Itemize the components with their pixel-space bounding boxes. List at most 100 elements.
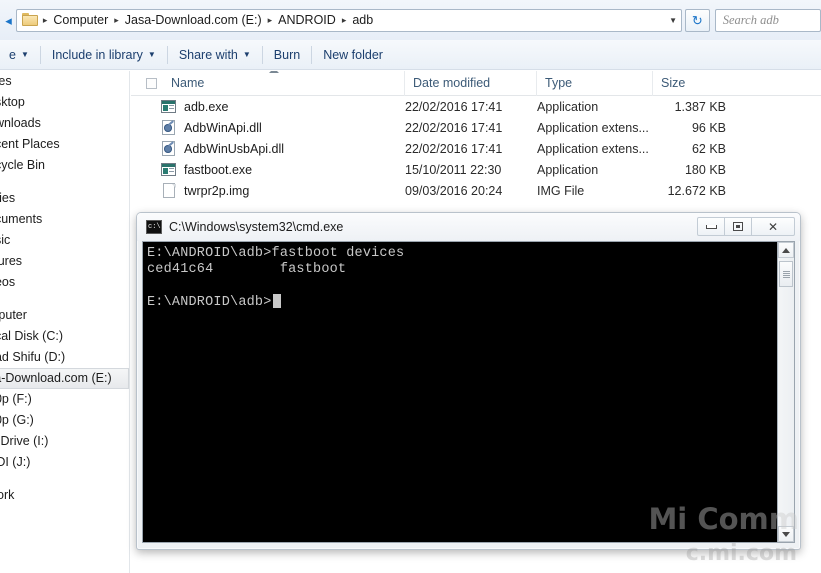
maximize-button[interactable] [724, 217, 752, 236]
sidebar-item-label: deos [0, 275, 16, 289]
toolbar-new-folder-button[interactable]: New folder [314, 44, 392, 66]
file-type-cell: Application extens... [537, 141, 649, 156]
table-row[interactable]: fastboot.exe 15/10/2011 22:30 Application 1… [131, 159, 821, 180]
chevron-down-icon[interactable]: ▼ [669, 10, 677, 31]
column-header-name[interactable]: Name [163, 71, 405, 96]
sidebar-item-rites[interactable]: rites [0, 71, 129, 92]
window-controls: ✕ [697, 217, 795, 236]
minimize-button[interactable] [697, 217, 725, 236]
sidebar-item-label: esktop [0, 95, 25, 109]
sidebar-item-label: mputer [0, 308, 27, 322]
table-row[interactable]: adb.exe 22/02/2016 17:41 Application 1.387 … [131, 96, 821, 117]
sidebar-item-aries[interactable]: aries [0, 188, 129, 209]
sidebar-item-work[interactable]: work [0, 485, 129, 506]
sidebar-item-20p-g[interactable]: 20p (G:) [0, 410, 129, 431]
sidebar-item-d-drive-i[interactable]: D Drive (I:) [0, 431, 129, 452]
sidebar-item-sa-download-com-e[interactable]: sa-Download.com (E:) [0, 368, 129, 389]
toolbar-divider [166, 45, 168, 64]
console-line: E:\ANDROID\adb>fastboot devices [147, 246, 405, 261]
navigation-pane[interactable]: rites esktop ownloads ecent Places ecycle Bi… [0, 71, 130, 573]
sidebar-item-usic[interactable]: usic [0, 230, 129, 251]
file-name-label: fastboot.exe [184, 162, 253, 177]
chevron-down-icon: ▼ [242, 49, 251, 59]
file-date-cell: 15/10/2011 22:30 [405, 162, 502, 177]
file-size-cell: 62 KB [691, 141, 726, 156]
toolbar-organize-button[interactable]: e ▼ [0, 44, 38, 66]
file-name-cell[interactable]: adb.exe [131, 99, 405, 115]
file-name-cell[interactable]: twrpr2p.img [131, 182, 405, 199]
sidebar-item-label: 20p (G:) [0, 413, 34, 427]
close-button[interactable]: ✕ [751, 217, 795, 236]
file-name-label: twrpr2p.img [184, 183, 250, 198]
file-date-cell: 22/02/2016 17:41 [405, 99, 503, 114]
sidebar-item-label: sa-Download.com (E:) [0, 371, 112, 385]
column-header-size[interactable]: Size [653, 71, 738, 96]
file-date-cell: 22/02/2016 17:41 [405, 120, 503, 135]
sidebar-item-esktop[interactable]: esktop [0, 92, 129, 113]
table-row[interactable]: AdbWinApi.dll 22/02/2016 17:41 Application… [131, 117, 821, 138]
file-name-cell[interactable]: fastboot.exe [131, 162, 405, 178]
sidebar-item-ownloads[interactable]: ownloads [0, 113, 129, 134]
toolbar-include-in-library-button[interactable]: Include in library ▼ [43, 44, 165, 66]
column-header-date-label: Date modified [413, 75, 491, 90]
sidebar-item-label: work [0, 488, 15, 502]
refresh-button[interactable]: ↻ [685, 8, 710, 32]
sidebar-item-label: ctures [0, 254, 23, 268]
breadcrumb-item-computer[interactable]: Computer [51, 10, 110, 31]
file-name-cell[interactable]: AdbWinApi.dll [131, 119, 405, 136]
nav-arrow-icon: ◂ [5, 12, 12, 28]
table-row[interactable]: twrpr2p.img 09/03/2016 20:24 IMG File 12.67… [131, 180, 821, 201]
sidebar-item-label: rites [0, 74, 12, 88]
sidebar-item-bdi-j[interactable]: BDI (J:) [0, 452, 129, 473]
toolbar-new-folder-label: New folder [323, 47, 383, 62]
scroll-up-arrow-icon [782, 247, 790, 253]
sidebar-item-ecycle-bin[interactable]: ecycle Bin [0, 155, 129, 176]
address-bar[interactable]: ▸ Computer ▸ Jasa-Download.com (E:) ▸ AN… [15, 8, 683, 32]
sidebar-item-ctures[interactable]: ctures [0, 251, 129, 272]
search-input[interactable]: Search adb [714, 8, 821, 32]
toolbar-divider [261, 45, 263, 64]
cmd-title-bar[interactable]: C:\Windows\system32\cmd.exe ✕ [137, 213, 800, 241]
column-header-size-label: Size [661, 75, 686, 90]
breadcrumb-item-android[interactable]: ANDROID [276, 10, 338, 31]
toolbar-burn-button[interactable]: Burn [265, 44, 309, 66]
sidebar-item-uad-shifu-d[interactable]: uad Shifu (D:) [0, 347, 129, 368]
scroll-down-button[interactable] [778, 526, 794, 542]
file-name-label: AdbWinApi.dll [184, 120, 262, 135]
breadcrumb-separator: ▸ [42, 14, 48, 25]
sidebar-item-label: ecycle Bin [0, 158, 45, 172]
scrollbar-thumb[interactable] [779, 261, 793, 287]
sidebar-item-ocuments[interactable]: ocuments [0, 209, 129, 230]
minimize-icon [705, 224, 717, 229]
cmd-client-area: E:\ANDROID\adb>fastboot devices ced41c64 … [142, 241, 795, 543]
file-date-cell: 22/02/2016 17:41 [405, 141, 503, 156]
close-icon: ✕ [767, 219, 779, 234]
column-header-date-modified[interactable]: Date modified [405, 71, 537, 96]
column-header-type[interactable]: Type [537, 71, 653, 96]
chevron-down-icon: ▼ [147, 49, 156, 59]
breadcrumb-item-adb[interactable]: adb [350, 10, 375, 31]
toolbar-share-with-button[interactable]: Share with ▼ [170, 44, 260, 66]
table-row[interactable]: AdbWinUsbApi.dll 22/02/2016 17:41 Applicat… [131, 138, 821, 159]
toolbar-share-with-label: Share with [178, 47, 238, 62]
sidebar-item-mputer[interactable]: mputer [0, 305, 129, 326]
sidebar-item-ocal-disk-c[interactable]: ocal Disk (C:) [0, 326, 129, 347]
file-name-label: AdbWinUsbApi.dll [184, 141, 285, 156]
file-name-cell[interactable]: AdbWinUsbApi.dll [131, 140, 405, 157]
console-output[interactable]: E:\ANDROID\adb>fastboot devices ced41c64 … [143, 242, 777, 542]
cmd-scrollbar[interactable] [777, 242, 794, 542]
breadcrumb-item-drive[interactable]: Jasa-Download.com (E:) [123, 10, 264, 31]
sidebar-item-label: ownloads [0, 116, 41, 130]
file-size-cell: 96 KB [691, 120, 726, 135]
select-all-checkbox[interactable] [131, 71, 163, 96]
sidebar-item-label: uad Shifu (D:) [0, 350, 66, 364]
back-forward-nav[interactable]: ◂ [0, 0, 14, 40]
sidebar-item-deos[interactable]: deos [0, 272, 129, 293]
sidebar-item-80p-f[interactable]: 80p (F:) [0, 389, 129, 410]
sidebar-item-label: D Drive (I:) [0, 434, 49, 448]
sidebar-item-label: ocuments [0, 212, 43, 226]
scroll-up-button[interactable] [778, 242, 794, 258]
sidebar-item-ecent-places[interactable]: ecent Places [0, 134, 129, 155]
command-prompt-window[interactable]: C:\Windows\system32\cmd.exe ✕ E:\ANDROID… [136, 212, 801, 550]
